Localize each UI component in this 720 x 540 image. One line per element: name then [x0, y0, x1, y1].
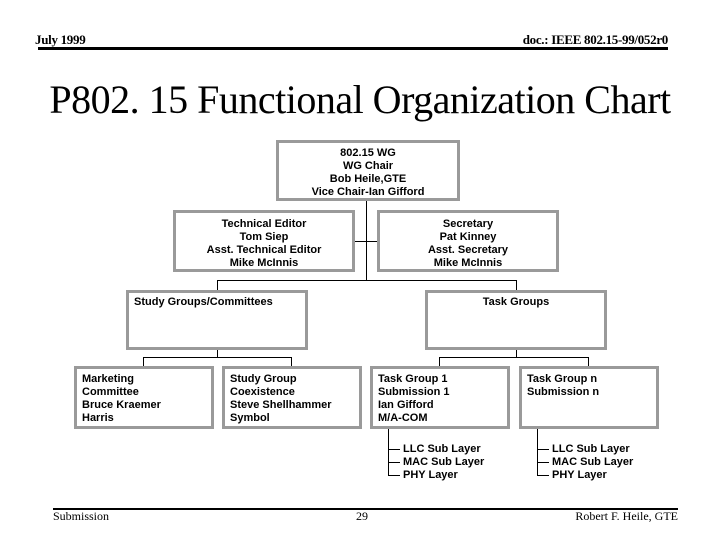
box-line: M/A-COM: [378, 412, 428, 424]
connector-study-down: [217, 349, 218, 357]
box-title: Task Groups: [482, 296, 550, 308]
connector-study-drop: [217, 280, 218, 290]
box-line: Submission 1: [378, 386, 450, 398]
box-title: Study Groups/Committees: [134, 296, 273, 308]
box-line: Study Group: [230, 373, 297, 385]
connector-staff: [355, 241, 377, 242]
header-rule: [38, 47, 668, 50]
connector-task-drop: [516, 280, 517, 290]
marketing-committee-box: Marketing Committee Bruce Kraemer Harris: [74, 366, 214, 429]
wg-chair-box: 802.15 WG WG Chair Bob Heile,GTE Vice Ch…: [276, 140, 460, 201]
box-line: Vice Chair-Ian Gifford: [311, 186, 425, 198]
tgn-mac-sublayer: MAC Sub Layer: [552, 456, 634, 468]
box-line: Mike McInnis: [229, 257, 299, 269]
connector-tgn-llc: [537, 449, 549, 450]
connector-coexistence-drop: [291, 357, 292, 366]
box-line: Task Group 1: [378, 373, 448, 385]
footer-author: Robert F. Heile, GTE: [575, 509, 678, 523]
box-line: Committee: [82, 386, 139, 398]
header-doc-id: doc.: IEEE 802.15-99/052r0: [522, 32, 669, 47]
study-groups-box: Study Groups/Committees: [126, 290, 308, 350]
connector-tg1-sublayers: [388, 428, 389, 475]
box-line: Bob Heile,GTE: [329, 173, 407, 185]
tgn-llc-sublayer: LLC Sub Layer: [552, 443, 630, 455]
connector-tg1-drop: [439, 357, 440, 366]
connector-tg1-phy: [388, 475, 400, 476]
box-line: 802.15 WG: [340, 147, 396, 159]
coexistence-study-group-box: Study Group Coexistence Steve Shellhamme…: [222, 366, 362, 429]
connector-tg1-mac: [388, 462, 400, 463]
box-line: Harris: [82, 412, 114, 424]
header-date: July 1999: [35, 32, 86, 47]
box-line: Bruce Kraemer: [82, 399, 161, 411]
footer-submission: Submission: [53, 509, 110, 523]
box-line: Submission n: [527, 386, 600, 398]
connector-tgn-phy: [537, 475, 549, 476]
secretary-box: Secretary Pat Kinney Asst. Secretary Mik…: [377, 210, 559, 272]
task-group-n-box: Task Group n Submission n: [519, 366, 659, 429]
connector-task-down: [516, 349, 517, 357]
box-line: Coexistence: [230, 386, 295, 398]
slide-title: P802. 15 Functional Organization Chart: [49, 77, 671, 122]
connector-tgn-drop: [588, 357, 589, 366]
connector-tg1-llc: [388, 449, 400, 450]
tg1-phy-layer: PHY Layer: [403, 469, 458, 481]
box-line: Mike McInnis: [433, 257, 503, 269]
task-group-1-box: Task Group 1 Submission 1 Ian Gifford M/…: [370, 366, 510, 429]
box-line: Pat Kinney: [439, 231, 497, 243]
task-groups-box: Task Groups: [425, 290, 607, 350]
box-line: Asst. Secretary: [427, 244, 509, 256]
connector-study-bar: [143, 357, 292, 358]
box-line: WG Chair: [342, 160, 394, 172]
box-line: Secretary: [442, 218, 494, 230]
box-line: Technical Editor: [221, 218, 307, 230]
tg1-llc-sublayer: LLC Sub Layer: [403, 443, 481, 455]
connector-tgn-mac: [537, 462, 549, 463]
connector-level2-bar: [217, 280, 516, 281]
technical-editor-box: Technical Editor Tom Siep Asst. Technica…: [173, 210, 355, 272]
box-line: Ian Gifford: [378, 399, 434, 411]
box-line: Symbol: [230, 412, 270, 424]
box-line: Steve Shellhammer: [230, 399, 332, 411]
box-line: Tom Siep: [239, 231, 289, 243]
tgn-phy-layer: PHY Layer: [552, 469, 607, 481]
box-line: Marketing: [82, 373, 134, 385]
footer-page-number: 29: [356, 509, 368, 523]
connector-task-bar: [439, 357, 588, 358]
box-line: Asst. Technical Editor: [206, 244, 322, 256]
connector-tgn-sublayers: [537, 428, 538, 475]
box-line: Task Group n: [527, 373, 598, 385]
connector-marketing-drop: [143, 357, 144, 366]
tg1-mac-sublayer: MAC Sub Layer: [403, 456, 485, 468]
